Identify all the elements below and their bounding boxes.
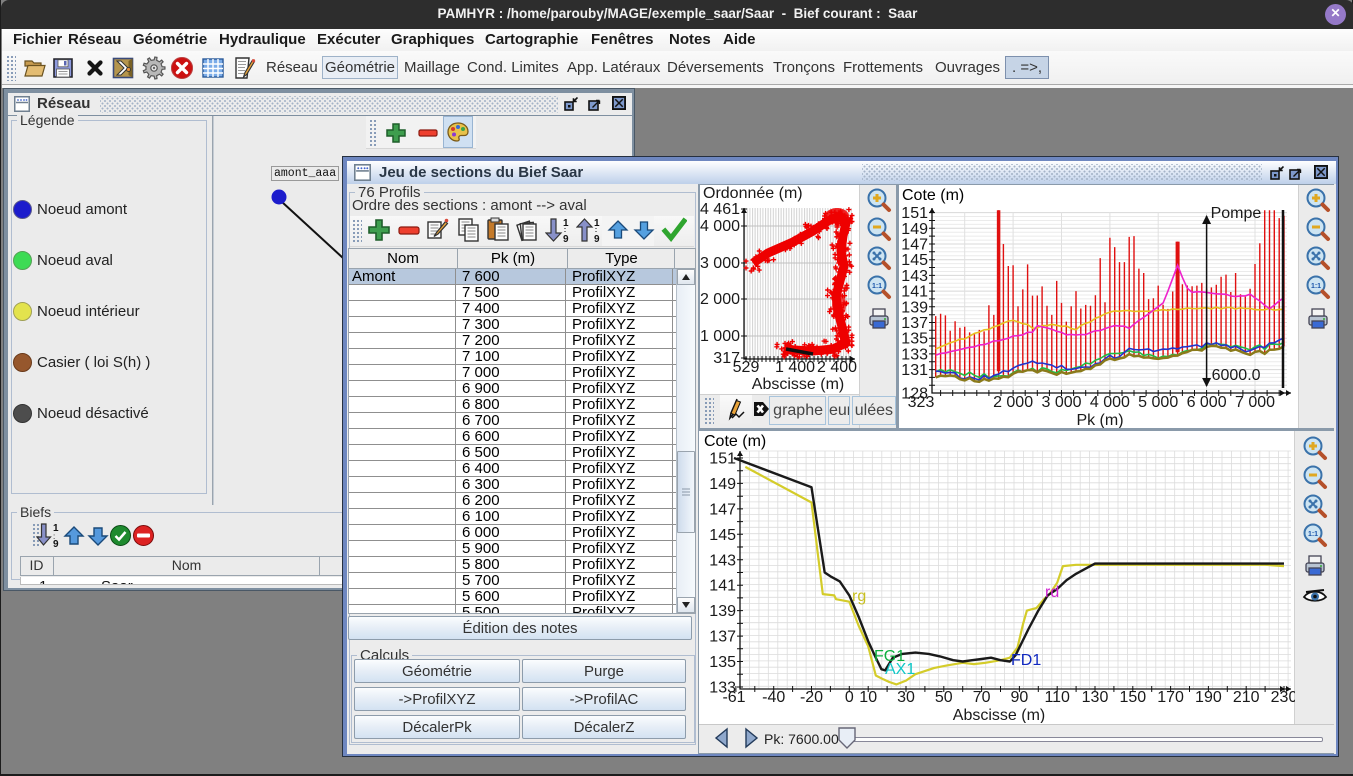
svg-text:-61: -61	[722, 689, 745, 706]
svg-text:Pompe: Pompe	[1211, 205, 1262, 222]
svg-text:AX1: AX1	[885, 661, 915, 678]
svg-text:1:1: 1:1	[872, 283, 882, 290]
svg-text:151: 151	[901, 205, 928, 222]
svg-text:6000.0: 6000.0	[1212, 367, 1261, 384]
svg-text:147: 147	[709, 501, 736, 518]
svg-text:130: 130	[1082, 689, 1109, 706]
svg-text:190: 190	[1195, 689, 1222, 706]
svg-text:6 000: 6 000	[1187, 394, 1227, 411]
svg-text:1:1: 1:1	[1311, 283, 1321, 290]
svg-text:70: 70	[973, 689, 991, 706]
svg-text:110: 110	[1044, 689, 1070, 706]
svg-text:10: 10	[859, 689, 877, 706]
svg-text:1 000: 1 000	[700, 328, 740, 345]
svg-text:-40: -40	[762, 689, 785, 706]
svg-text:210: 210	[1233, 689, 1260, 706]
svg-text:90: 90	[1011, 689, 1029, 706]
svg-text:0: 0	[845, 689, 854, 706]
svg-text:145: 145	[709, 527, 736, 544]
svg-text:170: 170	[1157, 689, 1184, 706]
svg-text:1:1: 1:1	[1308, 531, 1318, 538]
svg-text:rg: rg	[852, 588, 866, 605]
svg-text:FD1: FD1	[1011, 652, 1041, 669]
svg-text:323: 323	[908, 394, 935, 411]
svg-text:5 000: 5 000	[1138, 394, 1178, 411]
svg-text:3 000: 3 000	[700, 255, 740, 272]
svg-text:137: 137	[709, 629, 736, 646]
svg-text:141: 141	[901, 284, 928, 301]
svg-text:133: 133	[901, 346, 928, 363]
svg-text:4 000: 4 000	[1090, 394, 1130, 411]
svg-text:139: 139	[901, 299, 928, 316]
svg-text:1 400: 1 400	[775, 359, 815, 376]
svg-text:4 000: 4 000	[700, 218, 740, 235]
svg-text:Abscisse (m): Abscisse (m)	[752, 376, 844, 393]
svg-text:7 000: 7 000	[1235, 394, 1275, 411]
svg-text:135: 135	[709, 654, 736, 671]
svg-text:151: 151	[709, 451, 736, 468]
svg-text:rd: rd	[1045, 584, 1059, 601]
svg-text:50: 50	[935, 689, 953, 706]
svg-text:131: 131	[901, 362, 928, 379]
svg-text:1: 1	[594, 218, 600, 229]
svg-text:139: 139	[709, 603, 736, 620]
svg-text:2 000: 2 000	[993, 394, 1033, 411]
svg-text:143: 143	[709, 552, 736, 569]
svg-text:3 000: 3 000	[1041, 394, 1081, 411]
svg-text:30: 30	[897, 689, 915, 706]
svg-text:230: 230	[1271, 689, 1295, 706]
svg-text:137: 137	[901, 315, 928, 332]
svg-text:143: 143	[901, 268, 928, 285]
svg-text:149: 149	[709, 476, 736, 493]
svg-text:2 400: 2 400	[817, 359, 857, 376]
svg-text:145: 145	[901, 252, 928, 269]
svg-text:150: 150	[1119, 689, 1146, 706]
svg-text:Pk (m): Pk (m)	[1076, 412, 1123, 428]
svg-text:141: 141	[709, 578, 736, 595]
svg-text:-20: -20	[800, 689, 823, 706]
svg-text:529: 529	[733, 359, 760, 376]
svg-text:149: 149	[901, 221, 928, 238]
svg-text:2 000: 2 000	[700, 291, 740, 308]
svg-text:Abscisse (m): Abscisse (m)	[953, 707, 1045, 723]
svg-text:4 461: 4 461	[700, 201, 740, 218]
svg-text:135: 135	[901, 331, 928, 348]
svg-text:9: 9	[563, 234, 569, 243]
svg-text:9: 9	[594, 234, 600, 243]
svg-text:1: 1	[563, 218, 569, 229]
svg-text::: :	[53, 532, 55, 541]
svg-text:147: 147	[901, 237, 928, 254]
